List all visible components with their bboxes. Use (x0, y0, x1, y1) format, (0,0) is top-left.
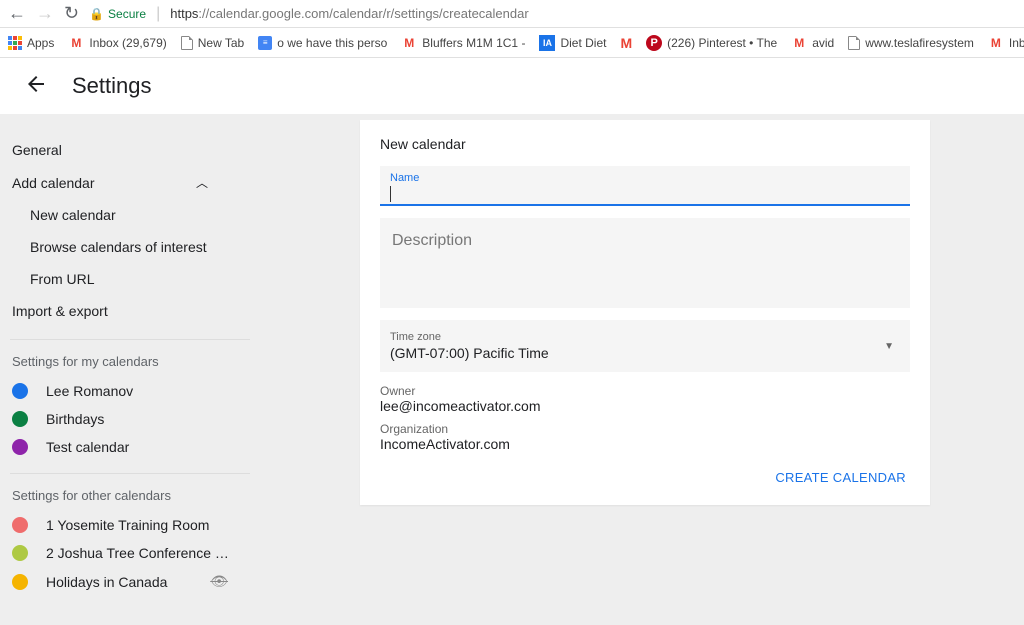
sidebar-item-from-url[interactable]: From URL (0, 263, 260, 295)
bookmark-m[interactable]: M (620, 35, 632, 51)
calendar-row[interactable]: 1 Yosemite Training Room (0, 511, 260, 539)
secure-label: Secure (108, 7, 146, 21)
calendar-row[interactable]: Test calendar (0, 433, 260, 461)
back-arrow-icon[interactable] (24, 72, 48, 101)
timezone-value: (GMT-07:00) Pacific Time (390, 345, 874, 361)
calendar-color-dot (12, 545, 28, 561)
sidebar-item-general[interactable]: General (0, 134, 260, 166)
bookmark-bluffers[interactable]: MBluffers M1M 1C1 - (401, 35, 525, 51)
owner-row: Owner lee@incomeactivator.com (380, 384, 910, 414)
name-input[interactable] (380, 166, 910, 204)
content-area: New calendar Name Description Time zone … (260, 114, 1024, 625)
organization-value: IncomeActivator.com (380, 436, 910, 452)
calendar-row[interactable]: Holidays in Canada 👁 (0, 567, 260, 596)
calendar-row[interactable]: 2 Joshua Tree Conference … (0, 539, 260, 567)
calendar-name-label: Test calendar (46, 439, 248, 455)
calendar-color-dot (12, 574, 28, 590)
sidebar-item-browse[interactable]: Browse calendars of interest (0, 231, 260, 263)
browser-forward-icon: → (36, 3, 54, 24)
panel-title: New calendar (380, 136, 910, 152)
bookmark-inbox[interactable]: MInbox (29,679) (68, 35, 166, 51)
description-field[interactable]: Description (380, 218, 910, 308)
calendar-color-dot (12, 517, 28, 533)
description-label: Description (380, 218, 910, 264)
owner-value: lee@incomeactivator.com (380, 398, 910, 414)
sidebar-item-import-export[interactable]: Import & export (0, 295, 260, 327)
calendar-color-dot (12, 411, 28, 427)
settings-header: Settings (0, 58, 1024, 114)
gmail-icon: M (791, 35, 807, 51)
bookmark-pinterest[interactable]: P(226) Pinterest • The (646, 35, 777, 51)
action-row: CREATE CALENDAR (380, 462, 910, 493)
organization-label: Organization (380, 422, 910, 436)
main-layout: General Add calendar ︿ New calendar Brow… (0, 114, 1024, 625)
page-icon (181, 36, 193, 50)
gmail-icon: M (68, 35, 84, 51)
calendar-name-label: Birthdays (46, 411, 248, 427)
apps-grid-icon (8, 36, 22, 50)
name-field[interactable]: Name (380, 166, 910, 206)
page-title: Settings (72, 73, 152, 99)
settings-sidebar: General Add calendar ︿ New calendar Brow… (0, 114, 260, 625)
name-label: Name (390, 172, 419, 184)
bookmark-inbox2[interactable]: MInbox (37 (988, 35, 1024, 51)
browser-back-icon[interactable]: ← (8, 3, 26, 24)
bookmark-diet[interactable]: IADiet Diet (539, 35, 606, 51)
site-icon: IA (539, 35, 555, 51)
bookmark-newtab[interactable]: New Tab (181, 36, 244, 50)
calendar-name-label: 1 Yosemite Training Room (46, 517, 248, 533)
browser-address-bar: ← → ↻ 🔒 Secure | https://calendar.google… (0, 0, 1024, 28)
bookmark-avid[interactable]: Mavid (791, 35, 834, 51)
secure-badge: 🔒 Secure (89, 7, 146, 21)
sidebar-item-new-calendar[interactable]: New calendar (0, 199, 260, 231)
new-calendar-panel: New calendar Name Description Time zone … (360, 120, 930, 505)
bookmarks-bar: Apps MInbox (29,679) New Tab ≡o we have … (0, 28, 1024, 58)
organization-row: Organization IncomeActivator.com (380, 422, 910, 452)
docs-icon: ≡ (258, 36, 272, 50)
calendar-name-label: Lee Romanov (46, 383, 248, 399)
calendar-color-dot (12, 439, 28, 455)
other-calendars-title: Settings for other calendars (0, 474, 260, 511)
my-calendars-title: Settings for my calendars (0, 340, 260, 377)
bookmark-doc[interactable]: ≡o we have this perso (258, 36, 387, 50)
calendar-row[interactable]: Birthdays (0, 405, 260, 433)
gmail-icon: M (401, 35, 417, 51)
bookmark-apps[interactable]: Apps (8, 36, 54, 50)
calendar-name-label: 2 Joshua Tree Conference … (46, 545, 248, 561)
page-icon (848, 36, 860, 50)
create-calendar-button[interactable]: CREATE CALENDAR (771, 462, 910, 493)
chevron-up-icon: ︿ (196, 174, 208, 191)
owner-label: Owner (380, 384, 910, 398)
calendar-name-label: Holidays in Canada (46, 574, 192, 590)
sidebar-item-add-calendar[interactable]: Add calendar ︿ (0, 166, 260, 199)
timezone-select[interactable]: Time zone (GMT-07:00) Pacific Time ▼ (380, 320, 910, 372)
timezone-label: Time zone (390, 331, 874, 343)
lock-icon: 🔒 (89, 7, 104, 21)
pinterest-icon: P (646, 35, 662, 51)
text-cursor (390, 186, 391, 202)
gmail-icon: M (620, 35, 632, 51)
gmail-icon: M (988, 35, 1004, 51)
hidden-eye-icon[interactable]: 👁 (210, 573, 228, 590)
dropdown-arrow-icon: ▼ (884, 341, 894, 352)
calendar-color-dot (12, 383, 28, 399)
url-field[interactable]: https://calendar.google.com/calendar/r/s… (170, 6, 1016, 21)
browser-reload-icon[interactable]: ↻ (64, 3, 79, 24)
url-divider: | (156, 5, 160, 23)
calendar-row[interactable]: Lee Romanov (0, 377, 260, 405)
bookmark-tesla[interactable]: www.teslafiresystem (848, 36, 974, 50)
